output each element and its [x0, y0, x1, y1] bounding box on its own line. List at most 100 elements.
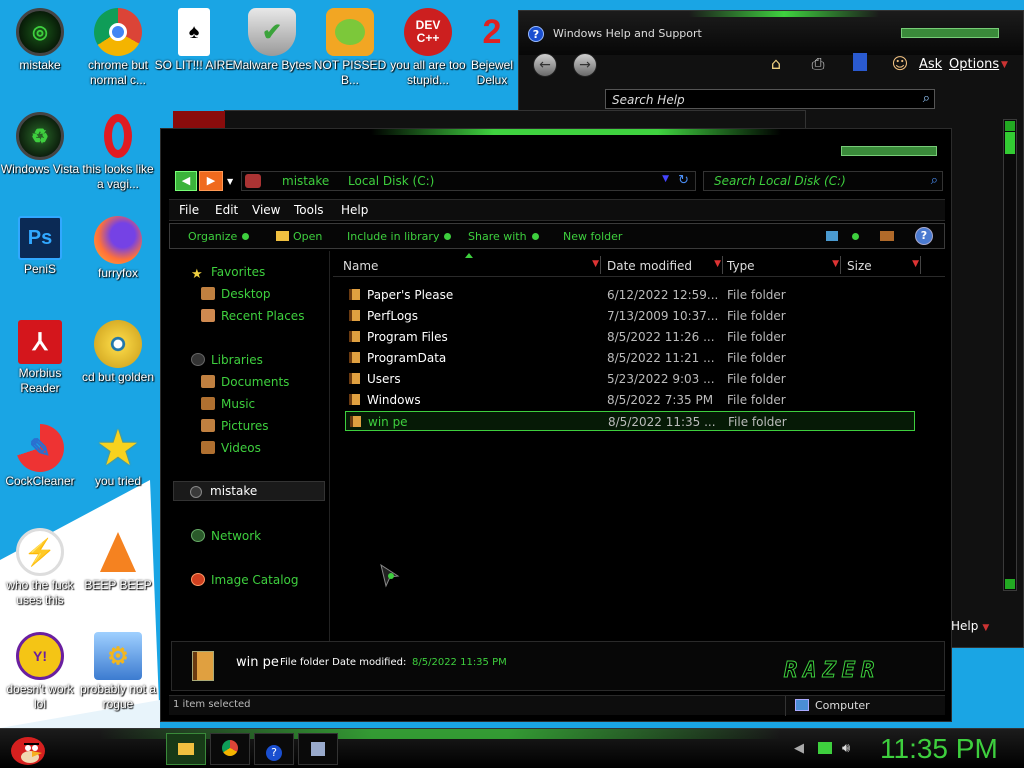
desktop-icon-opera[interactable]: this looks like a vagi...: [78, 112, 158, 192]
desktop-icon-mistake[interactable]: ◎ mistake: [0, 8, 80, 73]
chevron-down-icon[interactable]: ▼: [592, 259, 599, 269]
desktop-icon-rogue[interactable]: ⚙ probably not a rogue: [78, 632, 158, 712]
menu-help[interactable]: Help: [341, 203, 368, 217]
table-row[interactable]: Paper's Please 6/12/2022 12:59... File fol…: [345, 285, 915, 305]
chevron-down-icon[interactable]: ▼: [832, 259, 839, 269]
desktop-icon-photoshop[interactable]: Ps PeniS: [0, 216, 80, 277]
desktop-icon-windows-vista[interactable]: ♻ Windows Vista: [0, 112, 80, 177]
print-icon[interactable]: ⎙: [807, 53, 829, 75]
column-type[interactable]: Type ▼: [725, 253, 841, 277]
help-title-bar[interactable]: ? Windows Help and Support: [519, 11, 1023, 55]
desktop-icon-dev-cpp[interactable]: DEV C++ you all are too stupid...: [388, 8, 468, 88]
back-button[interactable]: ◀: [175, 171, 197, 191]
nav-recent-places[interactable]: Recent Places: [201, 309, 304, 323]
chevron-down-icon[interactable]: ▼: [912, 259, 919, 269]
open-button[interactable]: Open: [276, 230, 322, 243]
breadcrumb-local-disk[interactable]: Local Disk (C:): [348, 174, 434, 188]
table-row[interactable]: Program Files 8/5/2022 11:26 ... File fold…: [345, 327, 915, 347]
desktop-icon-yahoo[interactable]: Y! doesn't work lol: [0, 632, 80, 712]
desktop-icon-star[interactable]: ★ you tried: [78, 424, 158, 489]
desktop-icon-bad-piggies[interactable]: NOT PISSED B...: [310, 8, 390, 88]
change-view-icon[interactable]: [826, 231, 838, 241]
nav-favorites[interactable]: ★ Favorites: [191, 265, 265, 282]
address-bar[interactable]: mistake Local Disk (C:) ▼ ↻: [241, 171, 696, 191]
table-row[interactable]: Windows 8/5/2022 7:35 PM File folder: [345, 390, 915, 410]
desktop-icon-malwarebytes[interactable]: ✔ Malware Bytes: [232, 8, 312, 73]
help-icon[interactable]: ?: [915, 227, 933, 245]
table-row[interactable]: PerfLogs 7/13/2009 10:37... File folder: [345, 306, 915, 326]
menu-edit[interactable]: Edit: [215, 203, 238, 217]
help-search-input[interactable]: Search Help ⌕: [605, 89, 935, 109]
column-size[interactable]: Size ▼: [845, 253, 921, 277]
table-row-selected[interactable]: win pe 8/5/2022 11:35 ... File folder: [345, 411, 915, 431]
home-icon[interactable]: ⌂: [765, 53, 787, 75]
nav-videos[interactable]: Videos: [201, 441, 261, 455]
menu-view[interactable]: View: [252, 203, 280, 217]
tray-expand-icon[interactable]: ◀: [794, 741, 804, 756]
details-date: 8/5/2022 11:35 PM: [412, 657, 507, 668]
menu-file[interactable]: File: [179, 203, 199, 217]
taskbar-chrome-button[interactable]: [210, 733, 250, 765]
network-tray-icon[interactable]: [818, 742, 832, 754]
desktop-icon-firefox[interactable]: furryfox: [78, 216, 158, 281]
help-bottom-menu[interactable]: Help ▼: [951, 619, 989, 633]
help-scrollbar[interactable]: [1003, 119, 1017, 591]
menu-tools[interactable]: Tools: [294, 203, 324, 217]
new-folder-button[interactable]: New folder: [563, 230, 622, 243]
forward-button[interactable]: ▶: [199, 171, 223, 191]
help-window-controls[interactable]: [901, 28, 999, 38]
table-row[interactable]: Users 5/23/2022 9:03 ... File folder: [345, 369, 915, 389]
desktop-icon-flash[interactable]: ⚡ who the fuck uses this: [0, 528, 80, 608]
column-name[interactable]: Name ▼: [341, 253, 601, 277]
nav-libraries[interactable]: Libraries: [191, 353, 263, 367]
taskbar-explorer-button[interactable]: [166, 733, 206, 765]
command-bar: Organize Open Include in library Share w…: [169, 223, 945, 249]
desktop-icon-golden-cd[interactable]: cd but golden: [78, 320, 158, 385]
breadcrumb-mistake[interactable]: mistake: [282, 174, 329, 188]
search-icon[interactable]: ⌕: [931, 173, 938, 188]
desktop-icon-ccleaner[interactable]: ✎ CockCleaner: [0, 424, 80, 489]
chevron-down-icon[interactable]: ▼: [714, 259, 721, 269]
search-icon[interactable]: ⌕: [923, 91, 930, 106]
scroll-up-button[interactable]: [1005, 121, 1015, 131]
desktop-icon-solitaire[interactable]: ♠ SO LIT!!! AIRE: [154, 8, 234, 73]
ask-person-icon[interactable]: ☺: [889, 53, 911, 75]
scroll-down-button[interactable]: [1005, 579, 1015, 589]
nav-music[interactable]: Music: [201, 397, 255, 411]
nav-image-catalog[interactable]: Image Catalog: [191, 573, 298, 587]
search-input[interactable]: Search Local Disk (C:) ⌕: [703, 171, 943, 191]
ask-button[interactable]: Ask: [919, 57, 942, 72]
taskbar-app-button[interactable]: [298, 733, 338, 765]
help-back-button[interactable]: ←: [533, 53, 557, 77]
desktop-icon-bejeweled[interactable]: 2 Bejewel Delux: [462, 8, 522, 88]
organize-button[interactable]: Organize: [188, 230, 250, 243]
include-in-library-button[interactable]: Include in library: [347, 230, 452, 243]
nav-computer[interactable]: mistake: [173, 481, 325, 501]
preview-pane-icon[interactable]: [880, 231, 894, 241]
help-forward-button[interactable]: →: [573, 53, 597, 77]
view-options-icon[interactable]: [852, 233, 859, 240]
nav-network[interactable]: Network: [191, 529, 261, 543]
table-row[interactable]: ProgramData 8/5/2022 11:21 ... File folder: [345, 348, 915, 368]
chevron-down-icon[interactable]: ▼: [1001, 60, 1008, 70]
nav-documents[interactable]: Documents: [201, 375, 289, 389]
explorer-window-controls[interactable]: [841, 146, 937, 156]
start-button-angry-bird-icon[interactable]: [8, 731, 48, 767]
volume-icon[interactable]: 🔊︎: [842, 741, 850, 756]
options-button[interactable]: Options: [949, 57, 999, 72]
address-dropdown-icon[interactable]: ▼: [662, 174, 669, 184]
nav-pictures[interactable]: Pictures: [201, 419, 269, 433]
column-date-modified[interactable]: Date modified ▼: [605, 253, 723, 277]
folder-icon: [349, 373, 360, 384]
desktop-icon-acrobat[interactable]: ⅄ Morbius Reader: [0, 320, 80, 396]
nav-desktop[interactable]: Desktop: [201, 287, 271, 301]
refresh-icon[interactable]: ↻: [678, 173, 689, 188]
scroll-thumb[interactable]: [1005, 132, 1015, 154]
browse-help-icon[interactable]: [849, 53, 871, 75]
desktop-icon-chrome[interactable]: chrome but normal c...: [78, 8, 158, 88]
taskbar-help-button[interactable]: ?: [254, 733, 294, 765]
taskbar-clock[interactable]: 11:35 PM: [880, 733, 998, 765]
desktop-icon-vlc[interactable]: BEEP BEEP: [78, 528, 158, 593]
share-with-button[interactable]: Share with: [468, 230, 539, 243]
recent-pages-dropdown[interactable]: ▼: [227, 177, 233, 186]
